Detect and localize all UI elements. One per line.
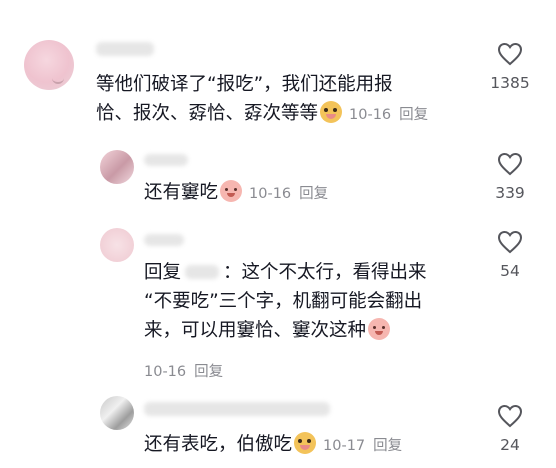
- username-blurred[interactable]: [144, 402, 330, 416]
- heart-icon: [497, 404, 523, 428]
- reply-button[interactable]: 回复: [194, 364, 223, 380]
- heart-icon: [497, 42, 523, 66]
- reply-button[interactable]: 回复: [299, 186, 328, 202]
- mentioned-user-blurred[interactable]: [185, 265, 220, 279]
- like-button[interactable]: 54: [480, 230, 540, 280]
- shy-emoji-icon: [368, 318, 391, 340]
- avatar[interactable]: [100, 150, 134, 184]
- avatar[interactable]: [100, 396, 134, 430]
- like-count: 24: [500, 436, 520, 454]
- like-count: 339: [495, 184, 525, 202]
- like-count: 54: [500, 262, 520, 280]
- username-blurred[interactable]: [96, 42, 154, 56]
- comment-text: 还有表吃，伯傲吃 10-17 回复: [144, 432, 403, 455]
- avatar[interactable]: [24, 40, 74, 90]
- doge-emoji-icon: [320, 101, 343, 123]
- like-button[interactable]: 24: [480, 404, 540, 454]
- like-count: 1385: [490, 74, 530, 92]
- comment-meta: 10-16 回复: [349, 107, 429, 123]
- comment-text: 还有窶吃 10-16 回复: [144, 180, 329, 203]
- comment-text: 等他们破译了“报吃”，我们还能用报 恰、报次、孬恰、孬次等等 10-16 回复: [96, 74, 429, 124]
- reply-button[interactable]: 回复: [373, 438, 402, 454]
- avatar[interactable]: [100, 228, 134, 262]
- comment-text: 回复 ：这个不太行，看得出来 “不要吃”三个字，机翻可能会翻出 来，可以用窶恰、窶…: [144, 262, 427, 341]
- heart-icon: [497, 152, 523, 176]
- comment-meta: 10-16 回复: [144, 364, 224, 380]
- reply-button[interactable]: 回复: [399, 107, 428, 123]
- comment-meta: 10-17 回复: [323, 438, 403, 454]
- username-blurred[interactable]: [144, 234, 184, 246]
- username-blurred[interactable]: [144, 154, 188, 166]
- heart-icon: [497, 230, 523, 254]
- comment-meta: 10-16 回复: [249, 186, 329, 202]
- like-button[interactable]: 1385: [480, 42, 540, 92]
- shy-emoji-icon: [220, 180, 243, 202]
- doge-emoji-icon: [294, 432, 317, 454]
- like-button[interactable]: 339: [480, 152, 540, 202]
